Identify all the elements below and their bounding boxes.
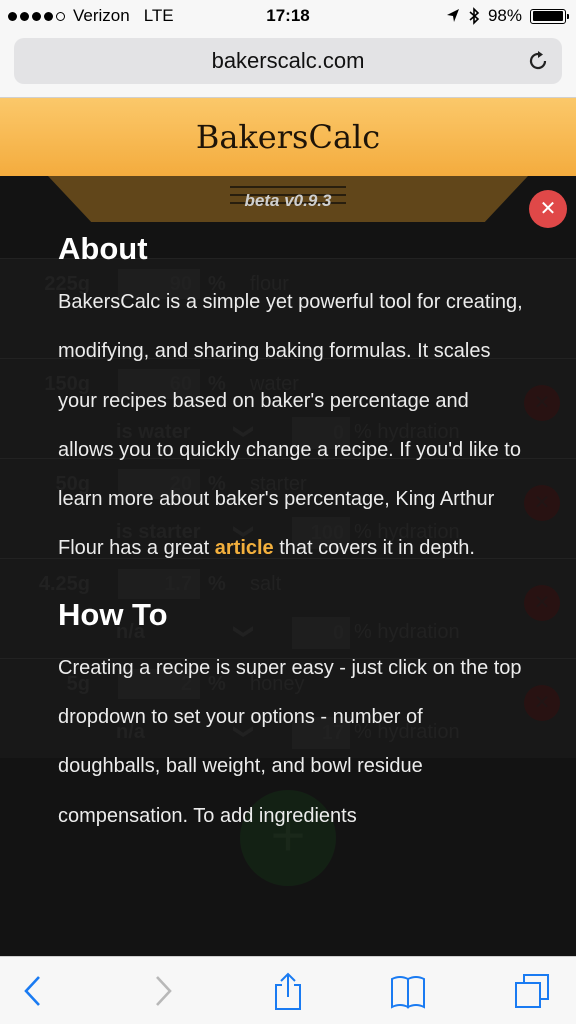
- battery-percent: 98%: [487, 6, 522, 25]
- app-header: BakersCalc: [0, 98, 576, 176]
- url-text[interactable]: bakerscalc.com: [14, 48, 562, 74]
- about-text-part-1: BakersCalc is a simple yet powerful tool…: [58, 291, 523, 560]
- forward-icon[interactable]: [142, 971, 182, 1011]
- about-heading: About: [58, 231, 148, 266]
- address-bar[interactable]: bakerscalc.com: [14, 38, 562, 84]
- close-icon[interactable]: ✕: [529, 190, 567, 228]
- brand-title: BakersCalc: [195, 118, 381, 156]
- article-link[interactable]: article: [215, 537, 274, 559]
- share-icon[interactable]: [268, 971, 308, 1011]
- reload-icon[interactable]: [526, 49, 550, 73]
- about-text-part-2: that covers it in depth.: [273, 537, 475, 560]
- tabs-icon[interactable]: [512, 971, 552, 1011]
- back-icon[interactable]: [14, 971, 54, 1011]
- howto-paragraph: Creating a recipe is super easy - just c…: [58, 656, 522, 827]
- about-modal-content: About BakersCalc is a simple yet powerfu…: [58, 228, 528, 841]
- browser-address-area: bakerscalc.com: [0, 34, 576, 98]
- location-arrow-icon: [446, 9, 459, 22]
- status-bar: Verizon LTE 17:18 98%: [0, 0, 576, 34]
- bookmarks-icon[interactable]: [388, 971, 428, 1011]
- howto-heading: How To: [58, 596, 168, 632]
- browser-toolbar: [0, 956, 576, 1024]
- battery-icon: [530, 8, 569, 24]
- bluetooth-icon: [469, 7, 480, 25]
- about-paragraph: BakersCalc is a simple yet powerful tool…: [58, 278, 528, 574]
- version-label: beta v0.9.3: [244, 191, 332, 210]
